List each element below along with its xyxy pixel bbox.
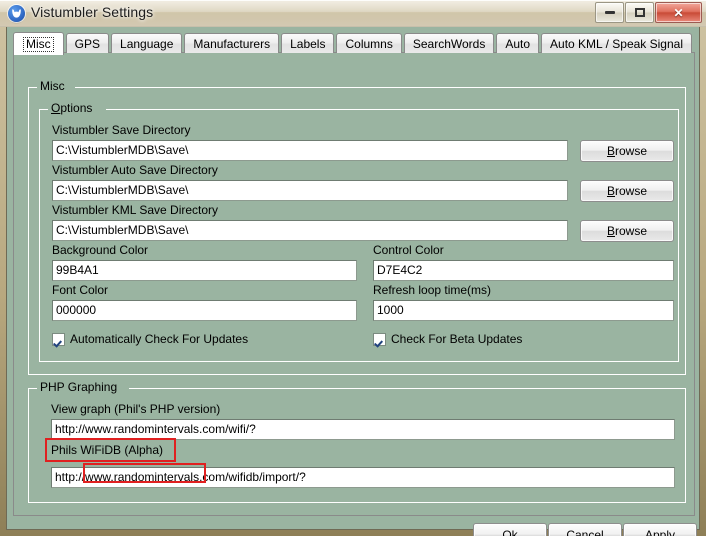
tab-language[interactable]: Language — [111, 33, 183, 53]
group-misc: Misc Options Vistumbler Save Directory C… — [28, 79, 686, 375]
tab-searchwords-label: SearchWords — [412, 36, 486, 51]
cancel-button[interactable]: Cancel — [548, 523, 622, 536]
tab-gps[interactable]: GPS — [65, 33, 110, 53]
apply-button-rest: pply — [653, 528, 676, 536]
input-auto-save-directory[interactable]: C:\VistumblerMDB\Save\ — [52, 180, 568, 201]
tab-language-label: Language — [120, 36, 174, 51]
label-phils-wifidb: Phils WiFiDB (Alpha) — [51, 443, 164, 457]
checkbox-auto-check-updates-label: Automatically Check For Updates — [70, 332, 249, 346]
tab-auto-kml-speak-signal[interactable]: Auto KML / Speak Signal — [541, 33, 692, 53]
input-view-graph-url[interactable]: http://www.randomintervals.com/wifi/? — [51, 419, 675, 440]
close-button[interactable]: ✕ — [655, 2, 702, 23]
window-client-area: Misc Options Vistumbler Save Directory C… — [6, 27, 700, 536]
vistumbler-logo-icon — [8, 5, 25, 22]
close-icon: ✕ — [673, 5, 684, 20]
checkbox-beta-updates-label: Check For Beta Updates — [391, 332, 523, 346]
browse-mnemonic-1: B — [606, 144, 615, 158]
browse-button-kml-save-directory[interactable]: Browse — [580, 220, 674, 242]
input-control-color[interactable]: D7E4C2 — [373, 260, 674, 281]
tab-labels[interactable]: Labels — [281, 33, 335, 53]
group-misc-label: Misc — [40, 79, 65, 93]
label-save-directory: Vistumbler Save Directory — [52, 123, 191, 137]
browse-mnemonic-3: B — [606, 224, 615, 238]
ok-button-rest: k — [511, 528, 518, 536]
label-kml-save-directory: Vistumbler KML Save Directory — [52, 203, 219, 217]
label-background-color: Background Color — [52, 243, 149, 257]
window-titlebar[interactable]: Vistumbler Settings ✕ — [0, 0, 706, 27]
tab-columns[interactable]: Columns — [336, 33, 402, 53]
input-refresh-loop-time[interactable]: 1000 — [373, 300, 674, 321]
input-kml-save-directory[interactable]: C:\VistumblerMDB\Save\ — [52, 220, 568, 241]
wifidb-url-prefix: http:/ — [55, 470, 82, 484]
settings-tabstrip: Misc GPS Language Manufacturers Labels C… — [13, 31, 694, 55]
window-title: Vistumbler Settings — [31, 4, 154, 20]
group-php-graphing-label: PHP Graphing — [40, 380, 118, 394]
browse-rest-1: rowse — [615, 144, 648, 158]
input-background-color[interactable]: 99B4A1 — [52, 260, 357, 281]
label-auto-save-directory: Vistumbler Auto Save Directory — [52, 163, 218, 177]
tab-manufacturers-label: Manufacturers — [193, 36, 271, 51]
browse-rest-3: rowse — [615, 224, 648, 238]
tab-page-misc: Misc Options Vistumbler Save Directory C… — [13, 52, 695, 516]
browse-button-save-directory[interactable]: Browse — [580, 140, 674, 162]
browse-mnemonic-2: B — [606, 184, 615, 198]
wifidb-url-suffix: /wifidb/import/? — [225, 470, 306, 484]
label-refresh-loop-time: Refresh loop time(ms) — [373, 283, 492, 297]
tab-searchwords[interactable]: SearchWords — [403, 33, 495, 53]
minimize-button[interactable] — [595, 2, 624, 23]
apply-button-mnemonic: A — [644, 528, 653, 536]
browse-rest-2: rowse — [615, 184, 648, 198]
group-options: Options Vistumbler Save Directory C:\Vis… — [39, 101, 679, 362]
group-options-label-mnemonic: O — [51, 101, 61, 115]
tab-manufacturers[interactable]: Manufacturers — [184, 33, 280, 53]
window-controls: ✕ — [595, 2, 702, 23]
cancel-button-prefix: C — [566, 528, 575, 536]
checkbox-auto-check-updates-box[interactable] — [52, 332, 65, 346]
maximize-icon — [626, 3, 653, 22]
input-save-directory[interactable]: C:\VistumblerMDB\Save\ — [52, 140, 568, 161]
label-font-color: Font Color — [52, 283, 109, 297]
label-control-color: Control Color — [373, 243, 444, 257]
apply-button[interactable]: Apply — [623, 523, 697, 536]
wifidb-url-domain: /www.randomintervals.com — [81, 470, 226, 484]
browse-button-auto-save-directory[interactable]: Browse — [580, 180, 674, 202]
input-wifidb-url[interactable]: http://www.randomintervals.com/wifidb/im… — [51, 467, 675, 488]
tab-auto-label: Auto — [505, 36, 531, 51]
tab-columns-label: Columns — [345, 36, 393, 51]
checkbox-auto-check-updates[interactable]: Automatically Check For Updates — [52, 332, 248, 346]
tab-auto-kml-speak-signal-label: Auto KML / Speak Signal — [550, 36, 683, 51]
tab-auto[interactable]: Auto — [496, 33, 540, 53]
checkbox-beta-updates[interactable]: Check For Beta Updates — [373, 332, 522, 346]
checkbox-beta-updates-box[interactable] — [373, 332, 386, 346]
group-php-graphing: PHP Graphing View graph (Phil's PHP vers… — [28, 380, 686, 503]
ok-button-mnemonic: O — [502, 528, 512, 536]
maximize-button[interactable] — [625, 2, 654, 23]
ok-button[interactable]: Ok — [473, 523, 547, 536]
group-options-label-rest: ptions — [60, 101, 93, 115]
tab-labels-label: Labels — [290, 36, 326, 51]
minimize-icon — [596, 3, 623, 22]
tab-misc[interactable]: Misc — [13, 32, 64, 55]
tab-misc-label: Misc — [23, 36, 54, 52]
tab-gps-label: GPS — [74, 36, 101, 51]
group-options-label: Options — [48, 101, 95, 115]
settings-window: Vistumbler Settings ✕ Misc Options Vistu… — [0, 0, 706, 536]
input-font-color[interactable]: 000000 — [52, 300, 357, 321]
label-view-graph: View graph (Phil's PHP version) — [51, 402, 221, 416]
cancel-button-mnemonic: a — [574, 528, 582, 536]
cancel-button-rest: ncel — [581, 528, 604, 536]
